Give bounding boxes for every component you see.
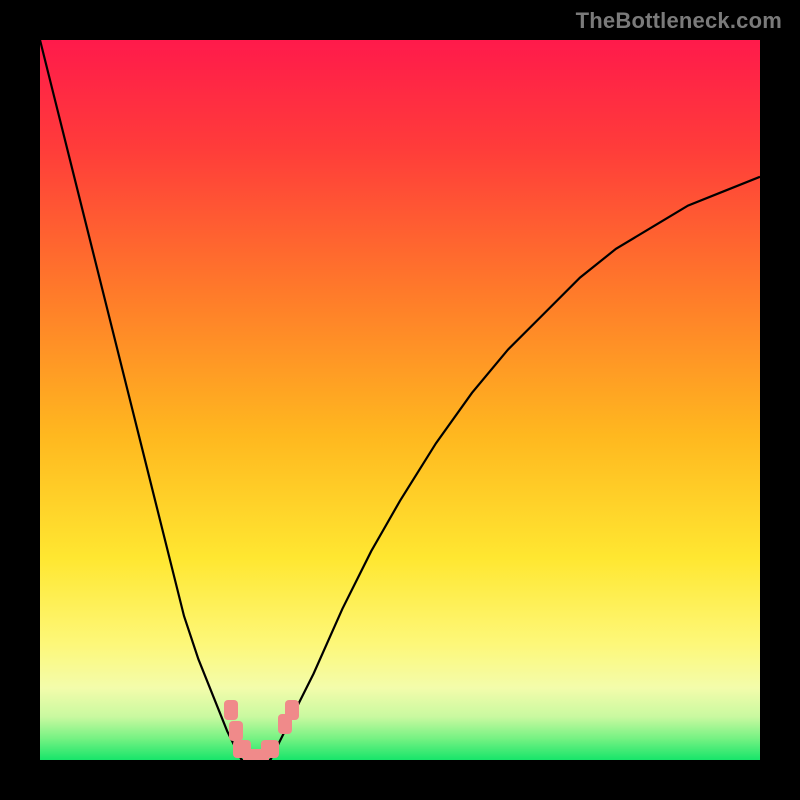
- optimal-zone-markers: [40, 40, 760, 760]
- marker-dot: [285, 700, 299, 720]
- marker-dot: [224, 700, 238, 720]
- chart-stage: TheBottleneck.com: [0, 0, 800, 800]
- plot-area: [40, 40, 760, 760]
- marker-dot: [229, 721, 243, 741]
- marker-dot: [261, 740, 279, 758]
- watermark-text: TheBottleneck.com: [576, 8, 782, 34]
